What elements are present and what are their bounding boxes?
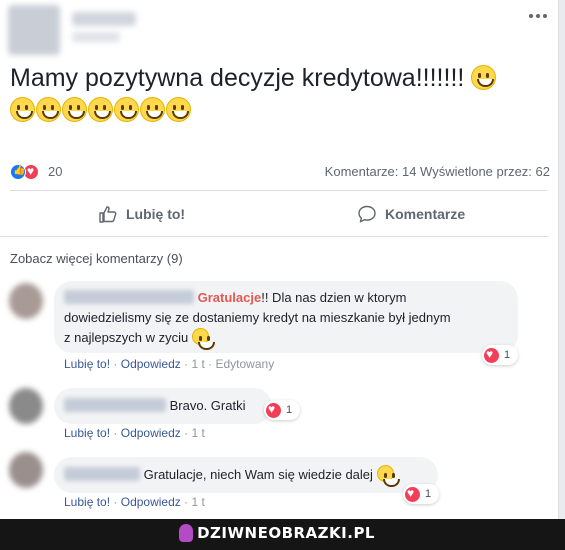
grinning-face-icon bbox=[36, 97, 61, 122]
author-avatar[interactable] bbox=[8, 5, 60, 55]
watermark-text: DZIWNEOBRAZKI.PL bbox=[197, 524, 375, 542]
love-reaction-icon bbox=[266, 402, 281, 418]
comment-edited-label[interactable]: Edytowany bbox=[216, 357, 275, 371]
comment-text-line: !! Dla nas dzien w ktorym bbox=[261, 290, 407, 305]
grinning-face-icon bbox=[114, 97, 139, 122]
comment-reaction[interactable]: 1 bbox=[403, 484, 440, 504]
like-button-label: Lubię to! bbox=[126, 206, 186, 222]
comment-button-label: Komentarze bbox=[385, 206, 466, 222]
love-reaction-icon bbox=[405, 486, 420, 502]
comment-actions: Lubię to! · Odpowiedz · 1 t bbox=[64, 495, 205, 509]
comment-reaction-count: 1 bbox=[286, 404, 293, 416]
comment-text-line: dowiedzielismy się ze dostaniemy kredyt … bbox=[64, 310, 451, 325]
comment-text: Gratulacje!! Dla nas dzien w ktorym dowi… bbox=[64, 288, 512, 350]
comment-reply-link[interactable]: Odpowiedz bbox=[121, 426, 181, 440]
comment-reaction[interactable]: 1 bbox=[264, 400, 301, 420]
facebook-post-card: Mamy pozytywna decyzje kredytowa!!!!!!! … bbox=[0, 0, 559, 519]
divider bbox=[0, 236, 549, 237]
comment-text: Gratulacje, niech Wam się wiedzie dalej bbox=[64, 465, 434, 487]
watermark: DZIWNEOBRAZKI.PL bbox=[179, 524, 375, 542]
comments-views-count[interactable]: Komentarze: 14 Wyświetlone przez: 62 bbox=[325, 164, 550, 179]
grinning-face-icon bbox=[191, 328, 215, 350]
highlighted-text: Gratulacje bbox=[197, 290, 262, 305]
comment-like-link[interactable]: Lubię to! bbox=[64, 426, 110, 440]
grinning-face-icon bbox=[10, 97, 35, 122]
more-options-icon[interactable] bbox=[529, 14, 549, 22]
comment-reaction-count: 1 bbox=[425, 488, 432, 500]
grinning-face-icon bbox=[376, 465, 400, 487]
comment-time[interactable]: 1 t bbox=[191, 357, 204, 371]
divider bbox=[10, 190, 547, 191]
reaction-count[interactable]: 20 bbox=[48, 164, 62, 179]
comment-actions: Lubię to! · Odpowiedz · 1 t · Edytowany bbox=[64, 357, 275, 371]
brain-icon bbox=[179, 524, 194, 542]
commenter-avatar[interactable] bbox=[9, 452, 43, 488]
comment-text-line: z najlepszych w zyciu bbox=[64, 330, 189, 345]
comment-text-line: Gratulacje, niech Wam się wiedzie dalej bbox=[143, 467, 373, 482]
comment-like-link[interactable]: Lubię to! bbox=[64, 495, 110, 509]
comment-time[interactable]: 1 t bbox=[191, 426, 204, 440]
comment-reply-link[interactable]: Odpowiedz bbox=[121, 495, 181, 509]
comment-reaction-count: 1 bbox=[504, 349, 511, 361]
commenter-avatar[interactable] bbox=[9, 283, 43, 319]
comment-text-line: Bravo. Gratki bbox=[169, 398, 246, 413]
post-text: Mamy pozytywna decyzje kredytowa!!!!!!! bbox=[10, 62, 550, 126]
comment-button[interactable]: Komentarze bbox=[357, 200, 465, 228]
thumbs-up-icon bbox=[99, 206, 117, 223]
comment-actions: Lubię to! · Odpowiedz · 1 t bbox=[64, 426, 205, 440]
watermark-bar: DZIWNEOBRAZKI.PL bbox=[0, 519, 565, 550]
author-name-blurred[interactable] bbox=[72, 12, 136, 26]
post-stats: 20 Komentarze: 14 Wyświetlone przez: 62 bbox=[10, 160, 550, 184]
comment-bubble-icon bbox=[358, 205, 376, 223]
commenter-avatar[interactable] bbox=[9, 388, 43, 424]
commenter-name-blurred[interactable] bbox=[64, 398, 166, 412]
grinning-face-icon bbox=[62, 97, 87, 122]
grinning-face-icon bbox=[88, 97, 113, 122]
like-reaction-icon[interactable] bbox=[10, 164, 26, 180]
grinning-face-icon bbox=[166, 97, 191, 122]
grinning-face-icon bbox=[471, 65, 497, 90]
comment-text: Bravo. Gratki bbox=[64, 396, 274, 416]
post-text-content: Mamy pozytywna decyzje kredytowa!!!!!!! bbox=[10, 64, 465, 92]
comment-like-link[interactable]: Lubię to! bbox=[64, 357, 110, 371]
commenter-name-blurred[interactable] bbox=[64, 290, 194, 304]
grinning-face-icon bbox=[140, 97, 165, 122]
post-meta-blurred bbox=[72, 32, 120, 42]
view-more-comments-link[interactable]: Zobacz więcej komentarzy (9) bbox=[10, 251, 183, 266]
comment-reply-link[interactable]: Odpowiedz bbox=[121, 357, 181, 371]
commenter-name-blurred[interactable] bbox=[64, 467, 140, 481]
like-button[interactable]: Lubię to! bbox=[98, 200, 185, 228]
love-reaction-icon bbox=[484, 347, 499, 363]
comment-time[interactable]: 1 t bbox=[191, 495, 204, 509]
comment-reaction[interactable]: 1 bbox=[482, 345, 519, 365]
